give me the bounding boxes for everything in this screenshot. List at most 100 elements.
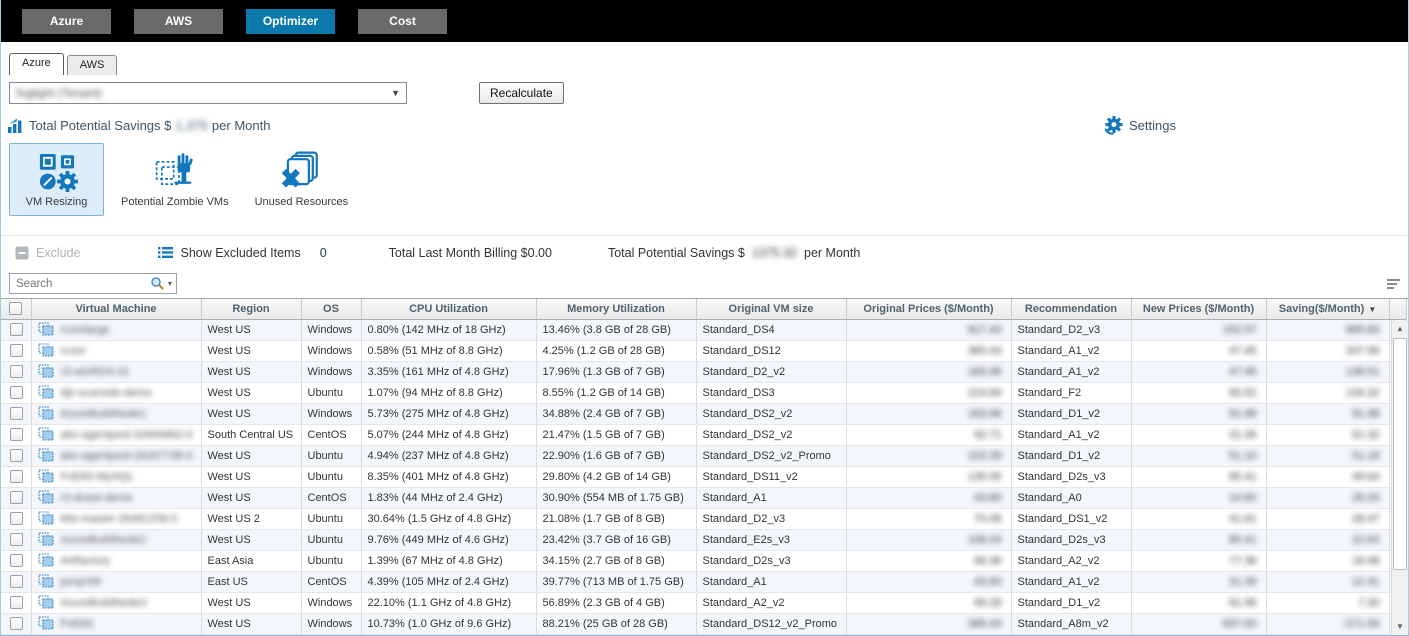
nav-azure-button[interactable]: Azure: [22, 9, 111, 34]
table-row[interactable]: r3-drase-demo West US CentOS 1.83% (44 M…: [1, 487, 1406, 508]
row-checkbox[interactable]: [10, 449, 23, 462]
table-row[interactable]: FvE8S West US Windows 10.73% (1.0 GHz of…: [1, 613, 1406, 634]
table-row[interactable]: Artifactory East Asia Ubuntu 1.39% (67 M…: [1, 550, 1406, 571]
select-all-checkbox[interactable]: [9, 302, 22, 315]
exclude-button[interactable]: Exclude: [15, 246, 80, 260]
table-row[interactable]: AzureBuildNode1 West US Windows 5.73% (2…: [1, 403, 1406, 424]
header-os[interactable]: OS: [301, 299, 361, 319]
row-checkbox[interactable]: [10, 491, 23, 504]
original-size-cell: Standard_DS11_v2: [696, 466, 846, 487]
new-price-cell: 41.61: [1131, 508, 1266, 529]
saving-cell: 12.41: [1266, 571, 1389, 592]
tenant-dropdown[interactable]: foglight (Tenant) ▼: [9, 82, 407, 104]
nav-aws-button[interactable]: AWS: [134, 9, 223, 34]
recommendation-cell: Standard_A1_v2: [1011, 361, 1131, 382]
new-price-value: 14.60: [1229, 492, 1257, 504]
vertical-scrollbar[interactable]: ▲ ▼: [1391, 320, 1408, 635]
row-select-cell: [1, 340, 31, 361]
row-checkbox[interactable]: [10, 428, 23, 441]
original-price-value: 385.44: [968, 618, 1002, 630]
new-price-cell: 77.38: [1131, 550, 1266, 571]
header-virtual-machine[interactable]: Virtual Machine: [31, 299, 201, 319]
header-original-vm-size[interactable]: Original VM size: [696, 299, 846, 319]
row-checkbox[interactable]: [10, 386, 23, 399]
recalculate-button[interactable]: Recalculate: [479, 82, 564, 104]
row-checkbox[interactable]: [10, 617, 23, 630]
header-cpu-utilization[interactable]: CPU Utilization: [361, 299, 536, 319]
category-vm-resizing[interactable]: VM Resizing: [9, 143, 104, 216]
grid-options-icon[interactable]: [1387, 279, 1402, 289]
original-price-value: 224.84: [968, 387, 1002, 399]
tenant-row: foglight (Tenant) ▼ Recalculate: [1, 82, 1408, 104]
search-options-arrow-icon[interactable]: ▾: [168, 279, 172, 288]
vm-name: k8s-master-26481258-0: [61, 513, 178, 525]
memory-cell: 8.55% (1.2 GB of 14 GB): [536, 382, 696, 403]
saving-value: 7.30: [1358, 597, 1379, 609]
original-size-cell: Standard_DS12_v2_Promo: [696, 613, 846, 634]
settings-button[interactable]: Settings: [1104, 116, 1176, 135]
header-select-all[interactable]: [1, 299, 31, 319]
search-input[interactable]: [16, 278, 150, 290]
row-checkbox[interactable]: [10, 323, 23, 336]
vm-name-cell: Artifactory: [31, 550, 201, 571]
original-size-cell: Standard_D2s_v3: [696, 550, 846, 571]
row-checkbox[interactable]: [10, 533, 23, 546]
new-price-cell: 152.57: [1131, 319, 1266, 340]
original-price-value: 102.28: [968, 450, 1002, 462]
row-checkbox[interactable]: [10, 575, 23, 588]
scroll-up-icon[interactable]: ▲: [1392, 320, 1408, 337]
new-price-value: 657.00: [1223, 618, 1257, 630]
header-original-prices[interactable]: Original Prices ($/Month): [846, 299, 1011, 319]
tab-aws[interactable]: AWS: [67, 55, 118, 75]
original-price-cell: 108.04: [846, 529, 1011, 550]
table-row[interactable]: r3-winRDA-01 West US Windows 3.35% (161 …: [1, 361, 1406, 382]
nav-cost-button[interactable]: Cost: [358, 9, 447, 34]
table-row[interactable]: k8s-master-26481258-0 West US 2 Ubuntu 3…: [1, 508, 1406, 529]
table-row[interactable]: ako-agentpool-32669862-0 South Central U…: [1, 424, 1406, 445]
table-row[interactable]: jumpVM East US CentOS 4.39% (105 MHz of …: [1, 571, 1406, 592]
table-row[interactable]: ako-agentpool-26267738-0 West US Ubuntu …: [1, 445, 1406, 466]
show-excluded-button[interactable]: Show Excluded Items 0: [158, 246, 326, 260]
original-price-value: 99.28: [974, 597, 1002, 609]
results-grid: Virtual Machine Region OS CPU Utilizatio…: [1, 298, 1408, 635]
header-memory-utilization[interactable]: Memory Utilization: [536, 299, 696, 319]
vm-name: AzureBuildNode3: [61, 597, 147, 609]
tab-azure[interactable]: Azure: [9, 53, 64, 75]
row-checkbox[interactable]: [10, 596, 23, 609]
cpu-cell: 4.94% (237 MHz of 4.8 GHz): [361, 445, 536, 466]
original-price-cell: 183.96: [846, 361, 1011, 382]
search-icon[interactable]: [150, 276, 165, 291]
saving-value: -271.56: [1342, 618, 1379, 630]
original-size-cell: Standard_DS2_v2_Promo: [696, 445, 846, 466]
scroll-down-icon[interactable]: ▼: [1392, 618, 1408, 635]
saving-cell: 134.32: [1266, 382, 1389, 403]
new-price-value: 152.57: [1223, 324, 1257, 336]
row-checkbox[interactable]: [10, 554, 23, 567]
recommendation-cell: Standard_A1_v2: [1011, 571, 1131, 592]
header-recommendation[interactable]: Recommendation: [1011, 299, 1131, 319]
table-row[interactable]: rcore West US Windows 0.58% (51 MHz of 8…: [1, 340, 1406, 361]
row-checkbox[interactable]: [10, 407, 23, 420]
scrollbar-thumb[interactable]: [1393, 338, 1407, 570]
table-row[interactable]: AzureBuildNode3 West US Windows 22.10% (…: [1, 592, 1406, 613]
saving-cell: -271.56: [1266, 613, 1389, 634]
header-region[interactable]: Region: [201, 299, 301, 319]
header-saving[interactable]: Saving($/Month)▼: [1266, 299, 1389, 319]
table-row[interactable]: AzureBuildNode2 West US Ubuntu 9.76% (44…: [1, 529, 1406, 550]
row-checkbox[interactable]: [10, 512, 23, 525]
cpu-cell: 1.39% (67 MHz of 4.8 GHz): [361, 550, 536, 571]
row-checkbox[interactable]: [10, 470, 23, 483]
table-row[interactable]: FvE8S-MySQL West US Ubuntu 8.35% (401 MH…: [1, 466, 1406, 487]
category-potential-zombie-vms[interactable]: Potential Zombie VMs: [112, 143, 238, 216]
billing-label: Total Last Month Billing $0.00: [389, 246, 552, 260]
original-size-cell: Standard_D2_v3: [696, 508, 846, 529]
vm-name-cell: r3-winRDA-01: [31, 361, 201, 382]
row-select-cell: [1, 550, 31, 571]
table-row[interactable]: rcomlarge West US Windows 0.80% (142 MHz…: [1, 319, 1406, 340]
nav-optimizer-button[interactable]: Optimizer: [246, 9, 335, 34]
category-unused-resources[interactable]: Unused Resources: [246, 143, 358, 216]
row-checkbox[interactable]: [10, 344, 23, 357]
row-checkbox[interactable]: [10, 365, 23, 378]
table-row[interactable]: djo-scanode-demo West US Ubuntu 1.07% (9…: [1, 382, 1406, 403]
header-new-prices[interactable]: New Prices ($/Month): [1131, 299, 1266, 319]
